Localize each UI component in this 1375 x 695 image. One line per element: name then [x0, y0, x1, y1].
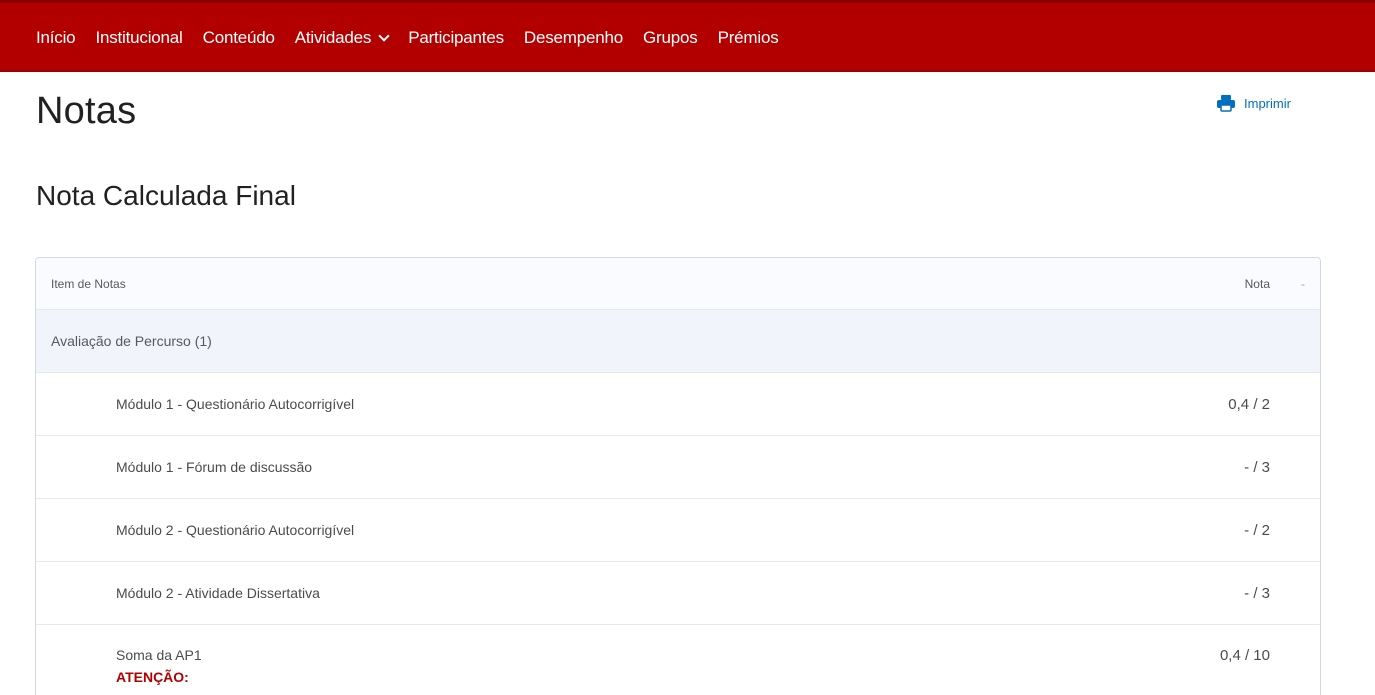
warning-label: ATENÇÃO: — [116, 669, 189, 685]
nav-item-atividades[interactable]: Atividades — [294, 28, 390, 48]
grade-item-name[interactable]: Módulo 2 - Questionário Autocorrigível — [116, 522, 354, 538]
chevron-down-icon — [378, 29, 390, 42]
nav-item-inicio[interactable]: Início — [36, 28, 76, 48]
nav-item-label: Conteúdo — [202, 28, 275, 47]
sum-block: Soma da AP1 ATENÇÃO: — [116, 647, 202, 685]
grade-item-name[interactable]: Módulo 2 - Atividade Dissertativa — [116, 585, 320, 601]
column-header-item[interactable]: Item de Notas — [51, 277, 126, 291]
main-nav: Início Institucional Conteúdo Atividades… — [36, 26, 799, 50]
nav-item-label: Desempenho — [523, 28, 624, 47]
sort-indicator[interactable]: - — [1301, 277, 1305, 291]
nav-item-label: Prémios — [717, 28, 779, 47]
table-row: Módulo 1 - Fórum de discussão - / 3 — [36, 436, 1320, 499]
sum-name: Soma da AP1 — [116, 647, 202, 663]
nav-item-premios[interactable]: Prémios — [718, 28, 779, 48]
column-header-grade[interactable]: Nota — [1245, 277, 1270, 291]
sum-grade-value: 0,4 / 10 — [1219, 647, 1270, 664]
grade-item-value: - / 2 — [1244, 521, 1270, 539]
table-header-row: Item de Notas Nota - — [36, 258, 1320, 310]
nav-item-grupos[interactable]: Grupos — [643, 28, 698, 48]
print-button[interactable]: Imprimir — [1216, 94, 1291, 112]
grades-table: Item de Notas Nota - Avaliação de Percur… — [35, 257, 1321, 695]
grade-item-name[interactable]: Módulo 1 - Questionário Autocorrigível — [116, 396, 354, 412]
sum-row: Soma da AP1 ATENÇÃO: 0,4 / 10 — [36, 625, 1320, 695]
nav-item-label: Grupos — [643, 28, 698, 47]
print-label: Imprimir — [1244, 95, 1291, 111]
page-title: Notas — [36, 90, 137, 132]
nav-item-label: Institucional — [95, 28, 183, 47]
nav-item-conteudo[interactable]: Conteúdo — [203, 28, 275, 48]
category-row: Avaliação de Percurso (1) — [36, 310, 1320, 373]
table-row: Módulo 2 - Questionário Autocorrigível -… — [36, 499, 1320, 562]
printer-icon — [1217, 95, 1235, 112]
nav-item-institucional[interactable]: Institucional — [95, 28, 182, 48]
grade-item-name[interactable]: Módulo 1 - Fórum de discussão — [116, 459, 312, 475]
grade-item-value: - / 3 — [1244, 458, 1270, 476]
nav-item-participantes[interactable]: Participantes — [408, 28, 504, 48]
section-title: Nota Calculada Final — [36, 180, 296, 211]
nav-item-label: Participantes — [408, 28, 504, 47]
category-name: Avaliação de Percurso (1) — [51, 333, 212, 349]
nav-item-label: Atividades — [294, 28, 372, 47]
table-row: Módulo 1 - Questionário Autocorrigível 0… — [36, 373, 1320, 436]
table-row: Módulo 2 - Atividade Dissertativa - / 3 — [36, 562, 1320, 625]
grade-item-value: - / 3 — [1244, 584, 1270, 602]
top-navigation-bar: Início Institucional Conteúdo Atividades… — [0, 0, 1375, 72]
nav-item-label: Início — [36, 28, 76, 47]
nav-item-desempenho[interactable]: Desempenho — [524, 28, 623, 48]
grade-item-value: 0,4 / 2 — [1228, 395, 1270, 413]
